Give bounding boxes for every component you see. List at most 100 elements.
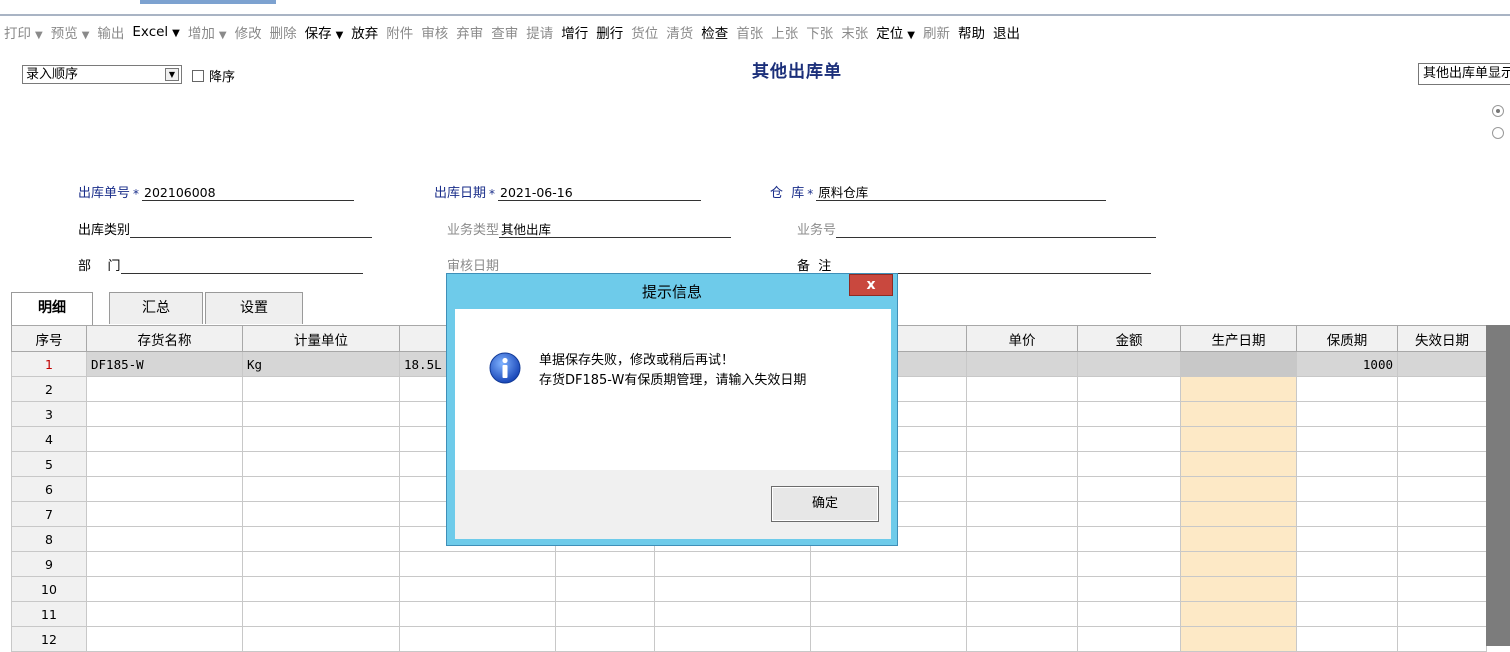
table-row[interactable]: 12 <box>11 626 1487 652</box>
tab-settings[interactable]: 设置 <box>205 292 303 324</box>
grid-cell[interactable] <box>86 451 243 477</box>
grid-cell[interactable] <box>86 526 243 552</box>
grid-cell[interactable] <box>1180 526 1297 552</box>
grid-cell[interactable] <box>966 376 1078 402</box>
ok-button[interactable]: 确定 <box>771 486 879 522</box>
toolbar-item-23[interactable]: 定位 ▼ <box>872 22 919 42</box>
chevron-down-icon[interactable]: ▼ <box>219 30 227 41</box>
grid-cell[interactable] <box>1077 501 1181 527</box>
toolbar-item-21[interactable]: 下张 <box>802 22 837 42</box>
grid-cell[interactable] <box>1296 501 1398 527</box>
grid-cell[interactable] <box>1397 351 1487 377</box>
grid-cell[interactable] <box>86 476 243 502</box>
grid-cell[interactable] <box>966 601 1078 627</box>
chevron-down-icon[interactable]: ▼ <box>82 30 90 41</box>
grid-cell[interactable] <box>86 426 243 452</box>
tab-detail[interactable]: 明细 <box>11 292 93 326</box>
column-header[interactable]: 生产日期 <box>1180 325 1297 352</box>
toolbar-item-9[interactable]: 附件 <box>382 22 417 42</box>
grid-cell[interactable] <box>1296 376 1398 402</box>
grid-cell[interactable] <box>86 626 243 652</box>
column-header[interactable]: 保质期 <box>1296 325 1398 352</box>
table-row[interactable]: 11 <box>11 601 1487 627</box>
grid-cell[interactable] <box>242 501 400 527</box>
grid-cell[interactable] <box>399 626 556 652</box>
grid-cell[interactable] <box>1180 401 1297 427</box>
active-window-tab[interactable] <box>140 0 276 4</box>
toolbar-item-19[interactable]: 首张 <box>732 22 767 42</box>
grid-cell[interactable] <box>1397 551 1487 577</box>
column-header[interactable]: 序号 <box>11 325 87 352</box>
grid-cell[interactable] <box>1296 526 1398 552</box>
grid-cell[interactable] <box>399 551 556 577</box>
grid-cell[interactable] <box>966 476 1078 502</box>
column-header[interactable]: 计量单位 <box>242 325 400 352</box>
grid-cell[interactable] <box>1180 576 1297 602</box>
grid-cell[interactable] <box>1077 601 1181 627</box>
radio-option-1[interactable] <box>1492 105 1504 117</box>
vertical-scrollbar[interactable] <box>1486 325 1510 646</box>
grid-cell[interactable] <box>1296 476 1398 502</box>
grid-cell[interactable]: DF185-W <box>86 351 243 377</box>
table-row[interactable]: 10 <box>11 576 1487 602</box>
column-header[interactable]: 失效日期 <box>1397 325 1487 352</box>
radio-option-2[interactable] <box>1492 127 1504 139</box>
grid-cell[interactable] <box>86 551 243 577</box>
toolbar-item-1[interactable]: 预览 ▼ <box>47 22 94 42</box>
grid-cell[interactable] <box>1180 501 1297 527</box>
grid-cell[interactable] <box>86 376 243 402</box>
grid-cell[interactable] <box>810 601 967 627</box>
grid-cell[interactable] <box>1077 451 1181 477</box>
grid-cell[interactable] <box>86 601 243 627</box>
grid-cell[interactable] <box>1296 576 1398 602</box>
grid-cell[interactable] <box>86 576 243 602</box>
grid-cell[interactable] <box>1397 526 1487 552</box>
toolbar-item-5[interactable]: 修改 <box>231 22 266 42</box>
grid-cell[interactable] <box>1180 376 1297 402</box>
toolbar-item-26[interactable]: 退出 <box>989 22 1024 42</box>
chevron-down-icon[interactable]: ▼ <box>336 30 344 41</box>
grid-cell[interactable] <box>555 626 655 652</box>
chevron-down-icon[interactable]: ▼ <box>35 30 43 41</box>
grid-cell[interactable] <box>242 551 400 577</box>
grid-cell[interactable] <box>1397 601 1487 627</box>
grid-cell[interactable] <box>1296 451 1398 477</box>
template-select[interactable]: 其他出库单显示模版 <box>1418 63 1510 85</box>
close-icon[interactable]: x <box>849 274 893 296</box>
grid-cell[interactable] <box>1296 626 1398 652</box>
grid-cell[interactable] <box>1180 451 1297 477</box>
grid-cell[interactable] <box>1077 526 1181 552</box>
grid-cell[interactable] <box>555 576 655 602</box>
tab-summary[interactable]: 汇总 <box>109 292 203 324</box>
grid-cell[interactable] <box>1397 376 1487 402</box>
toolbar-item-24[interactable]: 刷新 <box>919 22 954 42</box>
checkbox-box[interactable] <box>192 69 204 82</box>
grid-cell[interactable] <box>654 626 811 652</box>
grid-cell[interactable] <box>86 401 243 427</box>
descending-checkbox[interactable]: 降序 <box>192 66 235 85</box>
grid-cell[interactable] <box>654 576 811 602</box>
chevron-down-icon[interactable]: ▼ <box>172 28 180 39</box>
grid-cell[interactable] <box>1180 551 1297 577</box>
grid-cell[interactable] <box>1180 476 1297 502</box>
toolbar-item-12[interactable]: 查审 <box>487 22 522 42</box>
toolbar-item-3[interactable]: Excel ▼ <box>128 24 183 40</box>
grid-cell[interactable] <box>1397 451 1487 477</box>
out-no-input[interactable]: 202106008 <box>142 185 355 201</box>
grid-cell[interactable] <box>242 426 400 452</box>
out-date-input[interactable]: 2021-06-16 <box>498 185 702 201</box>
grid-cell[interactable] <box>242 476 400 502</box>
grid-cell[interactable] <box>1077 426 1181 452</box>
grid-cell[interactable] <box>1180 426 1297 452</box>
grid-cell[interactable] <box>966 501 1078 527</box>
grid-cell[interactable] <box>399 576 556 602</box>
grid-cell[interactable] <box>810 576 967 602</box>
table-row[interactable]: 9 <box>11 551 1487 577</box>
toolbar-item-2[interactable]: 输出 <box>93 22 128 42</box>
toolbar-item-6[interactable]: 删除 <box>266 22 301 42</box>
sort-order-select[interactable]: 录入顺序 ▼ <box>22 65 182 84</box>
column-header[interactable]: 单价 <box>966 325 1078 352</box>
grid-cell[interactable] <box>1397 626 1487 652</box>
toolbar-item-15[interactable]: 删行 <box>592 22 627 42</box>
dept-input[interactable] <box>120 258 363 274</box>
